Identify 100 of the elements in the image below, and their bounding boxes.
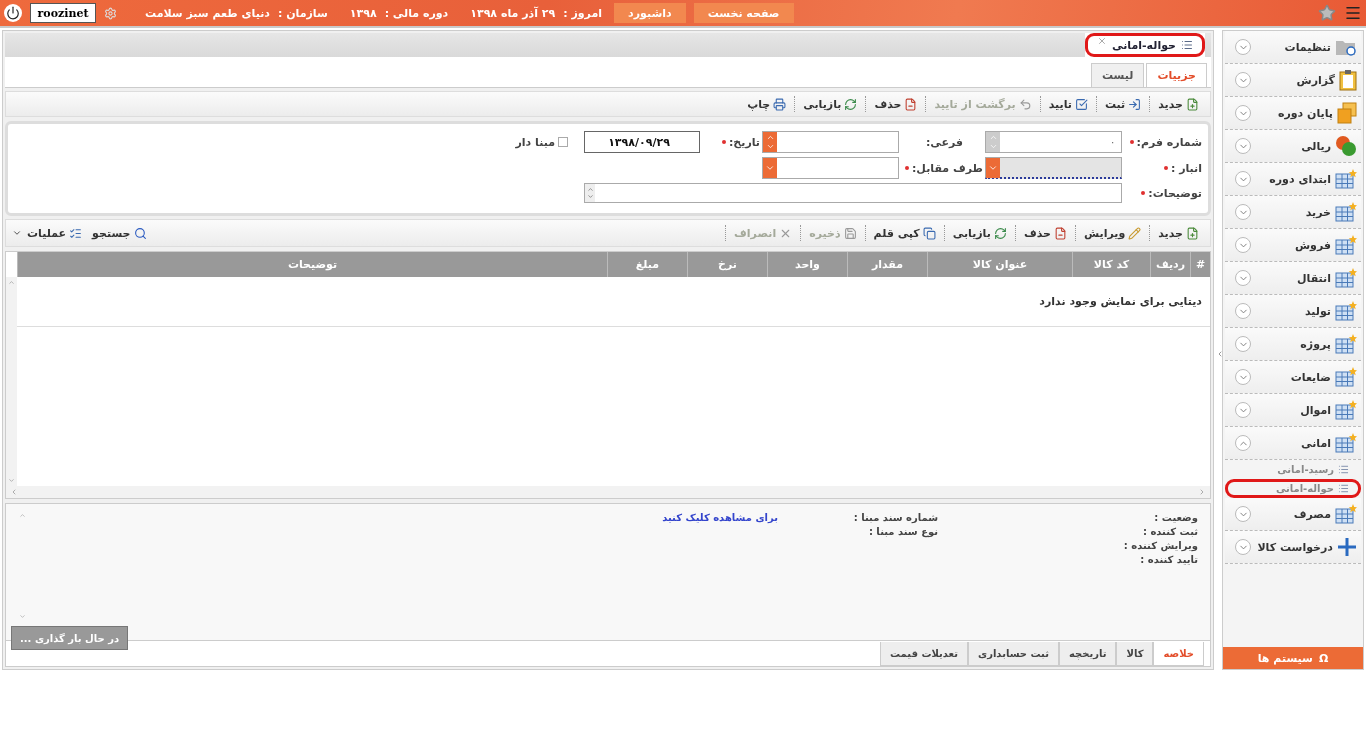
document-tab[interactable]: حواله-امانی bbox=[1085, 33, 1205, 57]
settings-icon[interactable] bbox=[104, 6, 117, 20]
info-label: ویرایش کننده : bbox=[1122, 540, 1198, 551]
sidebar-item[interactable]: اموال bbox=[1225, 394, 1361, 427]
sidebar-item[interactable]: انتقال bbox=[1225, 262, 1361, 295]
table-star-icon bbox=[1335, 334, 1357, 354]
collapse-icon[interactable] bbox=[1216, 350, 1224, 358]
column-header: کد کالا bbox=[1072, 252, 1150, 277]
close-icon[interactable] bbox=[1097, 36, 1108, 46]
menu-icon[interactable] bbox=[1344, 4, 1362, 22]
copy-icon bbox=[922, 226, 936, 240]
toolbar-button[interactable]: بازیابی bbox=[947, 223, 1012, 243]
chevron-up-icon bbox=[988, 133, 998, 142]
chevron-down-icon[interactable] bbox=[1235, 237, 1251, 253]
scrollbar[interactable] bbox=[6, 486, 1210, 498]
loading-indicator: در حال بار گذاری ... bbox=[11, 626, 129, 650]
column-header: عنوان کالا bbox=[927, 252, 1072, 277]
sidebar-item[interactable]: پروژه bbox=[1225, 328, 1361, 361]
file-minus-icon bbox=[1053, 226, 1067, 240]
bottom-tab[interactable]: خلاصه bbox=[1153, 642, 1204, 666]
bottom-tab[interactable]: تعدیلات قیمت bbox=[880, 642, 968, 666]
dropdown-field[interactable] bbox=[985, 157, 1122, 179]
sidebar-item[interactable]: تنظیمات bbox=[1225, 31, 1361, 64]
view-tab[interactable]: جزییات bbox=[1146, 63, 1207, 87]
date-field[interactable]: ۱۳۹۸/۰۹/۲۹ bbox=[584, 131, 700, 153]
checkbox[interactable] bbox=[558, 137, 568, 147]
column-header: نرخ bbox=[687, 252, 767, 277]
chevron-down-icon[interactable] bbox=[1235, 72, 1251, 88]
description-field[interactable] bbox=[584, 183, 1122, 203]
toolbar-button[interactable]: جدید bbox=[1153, 94, 1204, 114]
sidebar-item[interactable]: پایان دوره bbox=[1225, 97, 1361, 130]
chevron-down-icon[interactable] bbox=[1235, 138, 1251, 154]
sidebar-item[interactable]: گزارش bbox=[1225, 64, 1361, 97]
bottom-tab[interactable]: تاریخچه bbox=[1058, 642, 1117, 666]
info-label: تایید کننده : bbox=[1139, 554, 1198, 565]
chevron-down-icon[interactable] bbox=[1235, 506, 1251, 522]
chevron-up-icon[interactable] bbox=[1235, 435, 1251, 451]
scrollbar[interactable] bbox=[6, 277, 17, 486]
toolbar-button[interactable]: تایید bbox=[1043, 94, 1093, 114]
view-link[interactable]: برای مشاهده کلیک کنید bbox=[662, 512, 778, 523]
sidebar-item[interactable]: خرید bbox=[1225, 196, 1361, 229]
number-field[interactable] bbox=[762, 131, 899, 153]
sidebar-item[interactable]: ریالی bbox=[1225, 130, 1361, 163]
sidebar-item[interactable]: ابتدای دوره bbox=[1225, 163, 1361, 196]
column-header: واحد bbox=[767, 252, 847, 277]
sidebar-item[interactable]: تولید bbox=[1225, 295, 1361, 328]
chevron-up-icon bbox=[586, 186, 594, 193]
info-label: امروز : bbox=[563, 6, 602, 20]
toolbar-button[interactable]: جستجو bbox=[87, 223, 152, 243]
info-value: ۲۹ آذر ماه ۱۳۹۸ bbox=[470, 6, 556, 20]
table-star-icon bbox=[1335, 400, 1357, 420]
chevron-down-icon[interactable] bbox=[1235, 270, 1251, 286]
table-star-icon bbox=[1335, 301, 1357, 321]
refresh-icon bbox=[844, 97, 858, 111]
column-header: مقدار bbox=[847, 252, 927, 277]
chevron-down-icon bbox=[586, 193, 594, 200]
chevron-down-icon[interactable] bbox=[1235, 105, 1251, 121]
table-star-icon bbox=[1335, 367, 1357, 387]
toolbar-button[interactable]: عملیات bbox=[22, 223, 88, 243]
chevron-down-icon[interactable] bbox=[1235, 39, 1251, 55]
toolbar-button[interactable]: ویرایش bbox=[1078, 223, 1147, 243]
chevron-down-icon[interactable] bbox=[1235, 539, 1251, 555]
toolbar-button[interactable]: حذف bbox=[1018, 223, 1072, 243]
chevron-down-icon[interactable] bbox=[1235, 402, 1251, 418]
star-icon[interactable] bbox=[1318, 4, 1336, 22]
sidebar-item[interactable]: مصرف bbox=[1225, 498, 1361, 531]
toolbar-button[interactable]: کپی قلم bbox=[868, 223, 941, 243]
pencil-icon bbox=[1128, 226, 1142, 240]
bottom-tab[interactable]: ثبت حسابداری bbox=[968, 642, 1059, 666]
save-icon bbox=[843, 226, 857, 240]
print-icon bbox=[773, 97, 787, 111]
undo-icon bbox=[1018, 97, 1032, 111]
chevron-down-icon[interactable] bbox=[1235, 336, 1251, 352]
toolbar-button[interactable]: حذف bbox=[869, 94, 923, 114]
info-label: سازمان : bbox=[277, 6, 328, 20]
plus-icon bbox=[1337, 537, 1357, 557]
chevron-down-icon[interactable] bbox=[1235, 303, 1251, 319]
chevron-down-icon[interactable] bbox=[1235, 171, 1251, 187]
bottom-tab[interactable]: کالا bbox=[1116, 642, 1154, 666]
sidebar-item[interactable]: فروش bbox=[1225, 229, 1361, 262]
toolbar-button[interactable]: بازیابی bbox=[798, 94, 863, 114]
sidebar-item[interactable]: امانی bbox=[1225, 427, 1361, 460]
clipboard-icon bbox=[1339, 69, 1357, 91]
sidebar-item[interactable]: ضایعات bbox=[1225, 361, 1361, 394]
chevron-down-icon[interactable] bbox=[1235, 369, 1251, 385]
login-arrow-icon bbox=[1128, 97, 1142, 111]
toolbar-button[interactable]: چاپ bbox=[742, 94, 792, 114]
sidebar-item[interactable]: درخواست کالا bbox=[1225, 531, 1361, 564]
empty-message: دیتایی برای نمایش وجود ندارد bbox=[1039, 295, 1202, 308]
chevron-down-icon[interactable] bbox=[1235, 204, 1251, 220]
info-value: ۱۳۹۸ bbox=[349, 6, 377, 20]
toolbar-button[interactable]: جدید bbox=[1153, 223, 1204, 243]
power-icon[interactable] bbox=[4, 4, 22, 22]
view-tab[interactable]: لیست bbox=[1090, 63, 1145, 87]
caret-icon[interactable] bbox=[12, 228, 22, 238]
chevron-down-icon bbox=[765, 163, 775, 173]
field-label: طرف مقابل: bbox=[901, 161, 983, 175]
table-star-icon bbox=[1335, 268, 1357, 288]
dropdown-field[interactable] bbox=[762, 157, 899, 179]
toolbar-button[interactable]: ثبت bbox=[1099, 94, 1147, 114]
